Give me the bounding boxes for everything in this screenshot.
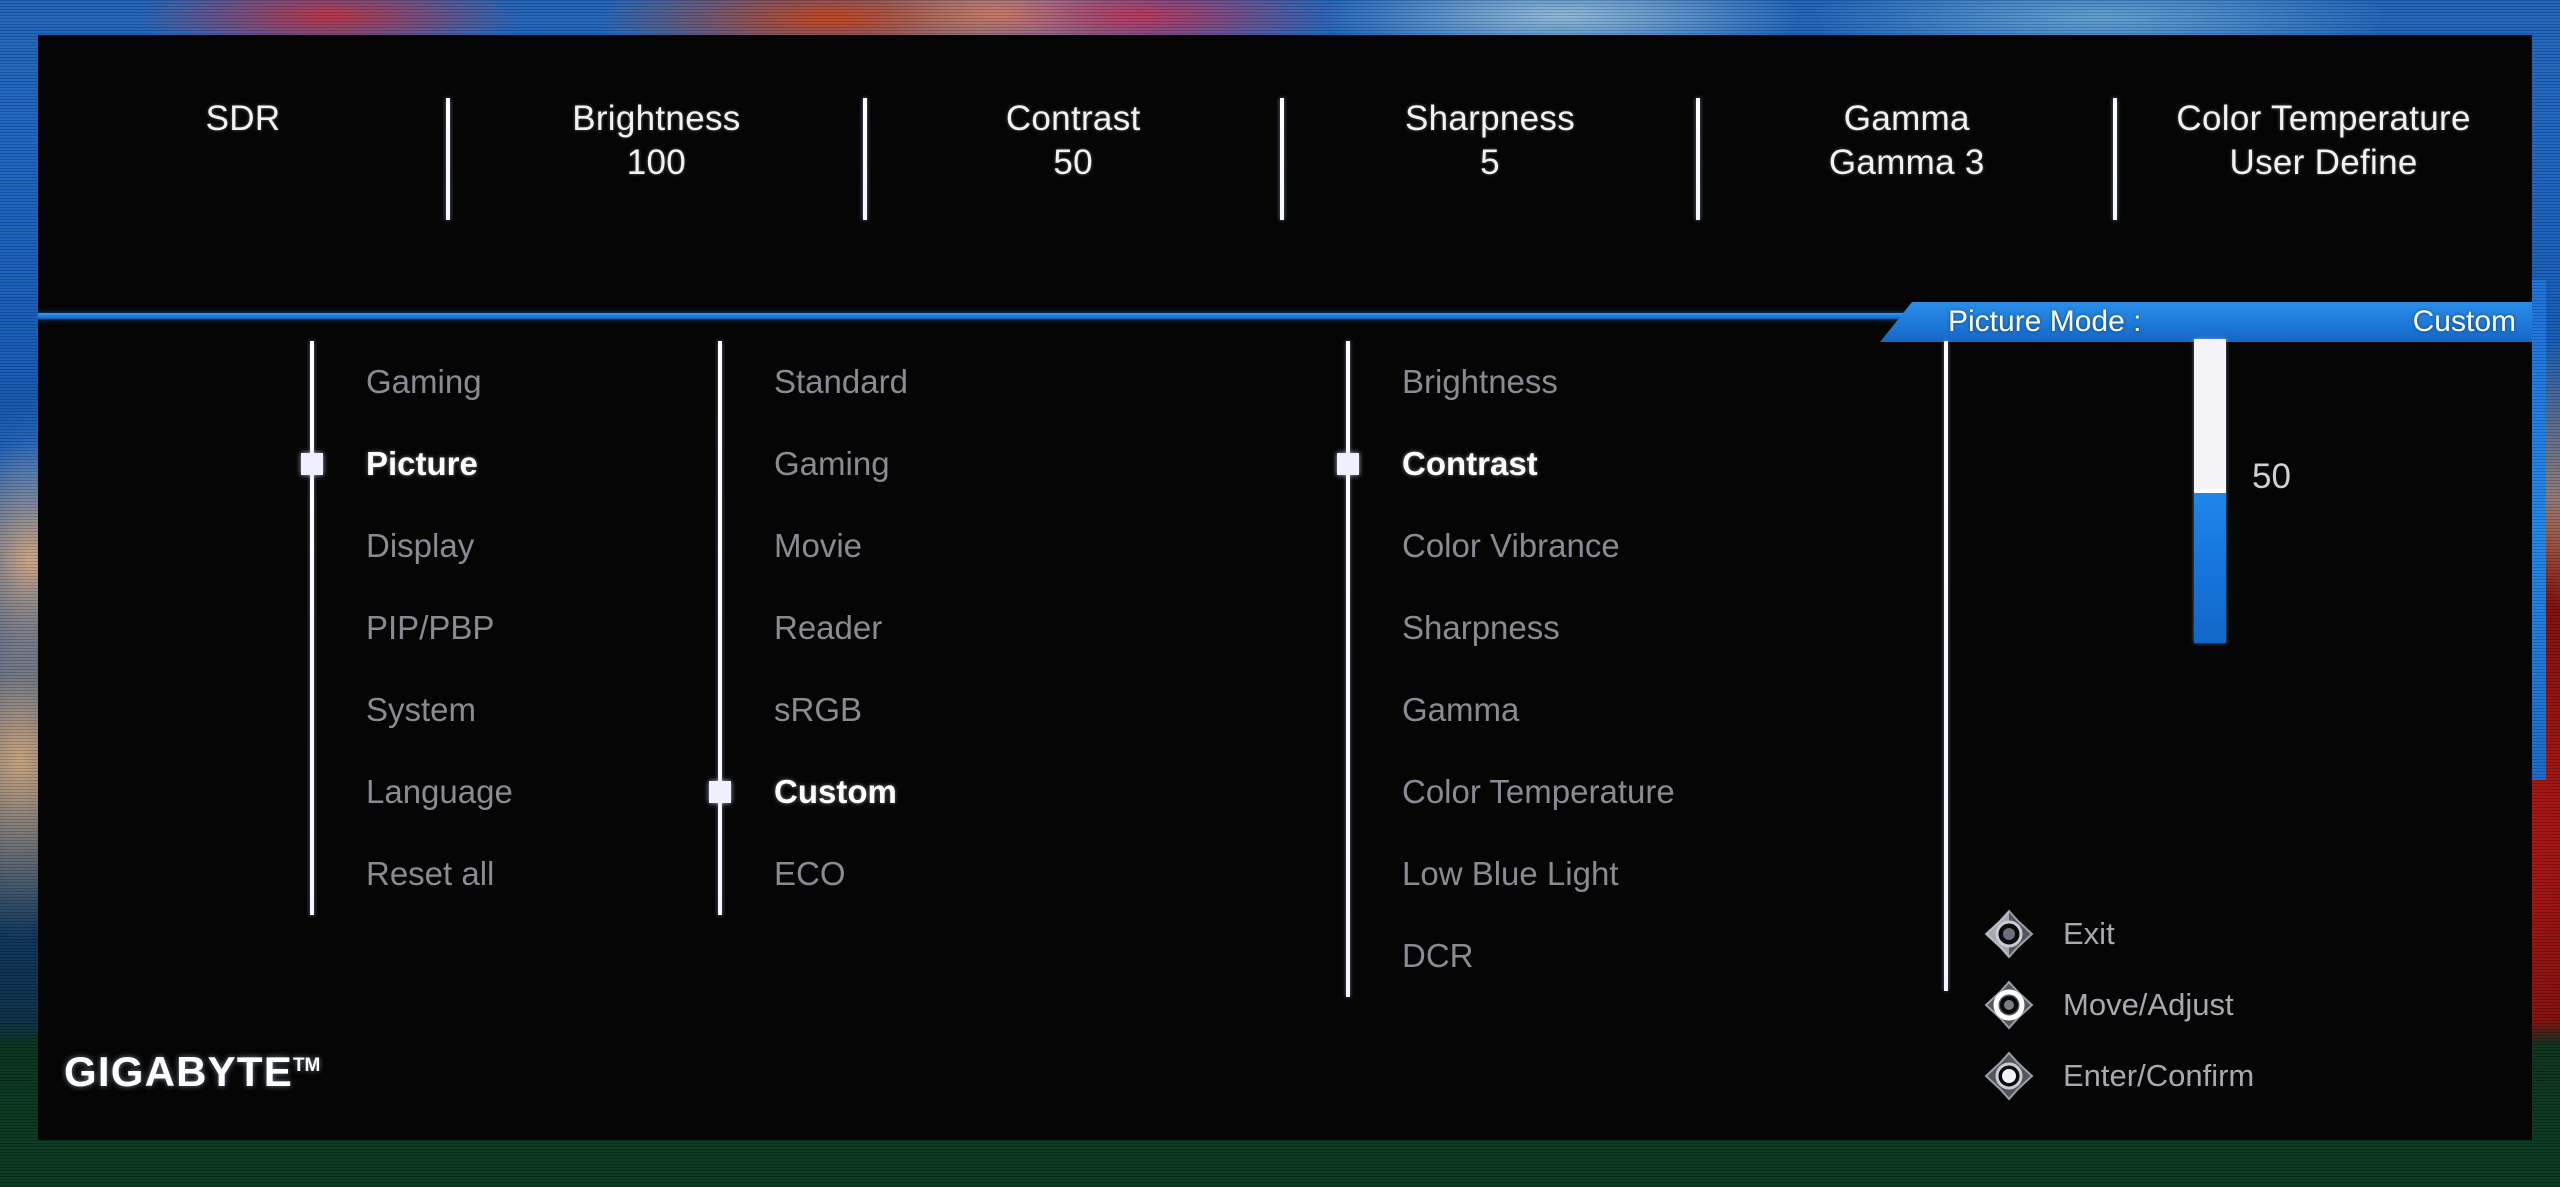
menu-item-label: Gaming bbox=[366, 363, 482, 400]
setting-item-brightness[interactable]: Brightness bbox=[1346, 341, 1675, 423]
preset-item-reader[interactable]: Reader bbox=[718, 587, 908, 669]
status-item-gamma: Gamma Gamma 3 bbox=[1698, 35, 2115, 185]
preset-item-custom[interactable]: Custom bbox=[709, 751, 908, 833]
status-item-sdr: SDR bbox=[38, 35, 448, 141]
menu-item-label: DCR bbox=[1402, 937, 1474, 974]
preset-item-eco[interactable]: ECO bbox=[718, 833, 908, 915]
menu-item-picture[interactable]: Picture bbox=[301, 423, 513, 505]
contrast-slider[interactable]: 50 bbox=[2168, 339, 2560, 669]
control-legend: Exit Move/Adjust Enter/Confirm bbox=[1983, 908, 2254, 1102]
status-item-value: User Define bbox=[2229, 143, 2418, 182]
osd-panel: SDR Brightness 100 Contrast 50 Sharpness… bbox=[38, 35, 2532, 1140]
menu-item-label: PIP/PBP bbox=[366, 609, 495, 646]
status-item-title: Gamma bbox=[1843, 99, 1970, 138]
menu-item-language[interactable]: Language bbox=[310, 751, 513, 833]
status-item-brightness: Brightness 100 bbox=[448, 35, 865, 185]
menu-column-settings: Brightness Contrast Color Vibrance Sharp… bbox=[1337, 341, 1675, 997]
setting-item-color-temperature[interactable]: Color Temperature bbox=[1346, 751, 1675, 833]
status-item-value: Gamma 3 bbox=[1828, 143, 1985, 182]
monitor-screen: SDR Brightness 100 Contrast 50 Sharpness… bbox=[0, 0, 2560, 1187]
menu-item-label: Movie bbox=[774, 527, 863, 564]
slider-knob[interactable] bbox=[2194, 489, 2226, 493]
menu-item-label: Contrast bbox=[1402, 445, 1538, 482]
menu-item-label: Language bbox=[366, 773, 513, 810]
legend-item-move-adjust[interactable]: Move/Adjust bbox=[1983, 979, 2254, 1031]
status-item-color-temperature: Color Temperature User Define bbox=[2115, 35, 2532, 185]
menu-item-label: Low Blue Light bbox=[1402, 855, 1619, 892]
preset-item-movie[interactable]: Movie bbox=[718, 505, 908, 587]
joystick-exit-icon bbox=[1983, 908, 2035, 960]
osd-top-status-bar: SDR Brightness 100 Contrast 50 Sharpness… bbox=[38, 35, 2532, 314]
menu-item-label: Display bbox=[366, 527, 475, 564]
trademark-symbol: TM bbox=[292, 1055, 321, 1076]
menu-item-label: Color Temperature bbox=[1402, 773, 1675, 810]
menu-item-label: Picture bbox=[366, 445, 478, 482]
preset-item-gaming[interactable]: Gaming bbox=[718, 423, 908, 505]
menu-item-label: System bbox=[366, 691, 477, 728]
menu-item-label: Custom bbox=[774, 773, 897, 810]
menu-item-label: ECO bbox=[774, 855, 846, 892]
status-item-title: Brightness bbox=[572, 99, 741, 138]
status-item-contrast: Contrast 50 bbox=[865, 35, 1282, 185]
menu-item-label: Gaming bbox=[774, 445, 890, 482]
status-item-title: SDR bbox=[205, 99, 281, 138]
preset-item-srgb[interactable]: sRGB bbox=[718, 669, 908, 751]
menu-item-display[interactable]: Display bbox=[310, 505, 513, 587]
setting-item-dcr[interactable]: DCR bbox=[1346, 915, 1675, 997]
menu-item-label: Sharpness bbox=[1402, 609, 1560, 646]
gigabyte-logo: GIGABYTETM bbox=[64, 1048, 320, 1096]
legend-label: Enter/Confirm bbox=[2063, 1058, 2255, 1093]
setting-item-sharpness[interactable]: Sharpness bbox=[1346, 587, 1675, 669]
slider-fill bbox=[2194, 491, 2226, 643]
menu-item-label: sRGB bbox=[774, 691, 863, 728]
selection-marker-icon bbox=[709, 781, 731, 803]
legend-item-exit[interactable]: Exit bbox=[1983, 908, 2254, 960]
joystick-enter-icon bbox=[1983, 1050, 2035, 1102]
menu-item-label: Color Vibrance bbox=[1402, 527, 1620, 564]
menu-item-pip-pbp[interactable]: PIP/PBP bbox=[310, 587, 513, 669]
menu-item-label: Reset all bbox=[366, 855, 495, 892]
setting-item-color-vibrance[interactable]: Color Vibrance bbox=[1346, 505, 1675, 587]
slider-track[interactable] bbox=[2194, 339, 2226, 643]
setting-item-gamma[interactable]: Gamma bbox=[1346, 669, 1675, 751]
menu-column-presets: Standard Gaming Movie Reader sRGB Custom… bbox=[709, 341, 908, 915]
menu-item-system[interactable]: System bbox=[310, 669, 513, 751]
osd-menu-body: Gaming Picture Display PIP/PBP System La… bbox=[38, 319, 2532, 1140]
joystick-move-icon bbox=[1983, 979, 2035, 1031]
status-item-title: Color Temperature bbox=[2176, 99, 2471, 138]
menu-item-label: Brightness bbox=[1402, 363, 1558, 400]
status-item-value: 100 bbox=[626, 143, 687, 182]
slider-value-label: 50 bbox=[2252, 457, 2291, 496]
setting-item-low-blue-light[interactable]: Low Blue Light bbox=[1346, 833, 1675, 915]
menu-item-label: Reader bbox=[774, 609, 883, 646]
selection-marker-icon bbox=[301, 453, 323, 475]
brand-name: GIGABYTE bbox=[64, 1048, 293, 1095]
menu-item-label: Standard bbox=[774, 363, 908, 400]
menu-column-main: Gaming Picture Display PIP/PBP System La… bbox=[301, 341, 513, 915]
legend-item-enter-confirm[interactable]: Enter/Confirm bbox=[1983, 1050, 2254, 1102]
settings-panel-rail bbox=[1944, 341, 1948, 991]
status-item-title: Sharpness bbox=[1404, 99, 1575, 138]
status-item-value: 5 bbox=[1480, 143, 1500, 182]
status-item-sharpness: Sharpness 5 bbox=[1282, 35, 1699, 185]
setting-item-contrast[interactable]: Contrast bbox=[1337, 423, 1675, 505]
menu-item-label: Gamma bbox=[1402, 691, 1520, 728]
status-item-value: 50 bbox=[1053, 143, 1093, 182]
legend-label: Exit bbox=[2063, 916, 2115, 951]
legend-label: Move/Adjust bbox=[2063, 987, 2234, 1022]
selection-marker-icon bbox=[1337, 453, 1359, 475]
status-item-title: Contrast bbox=[1005, 99, 1141, 138]
menu-item-gaming[interactable]: Gaming bbox=[310, 341, 513, 423]
menu-item-reset-all[interactable]: Reset all bbox=[310, 833, 513, 915]
preset-item-standard[interactable]: Standard bbox=[718, 341, 908, 423]
